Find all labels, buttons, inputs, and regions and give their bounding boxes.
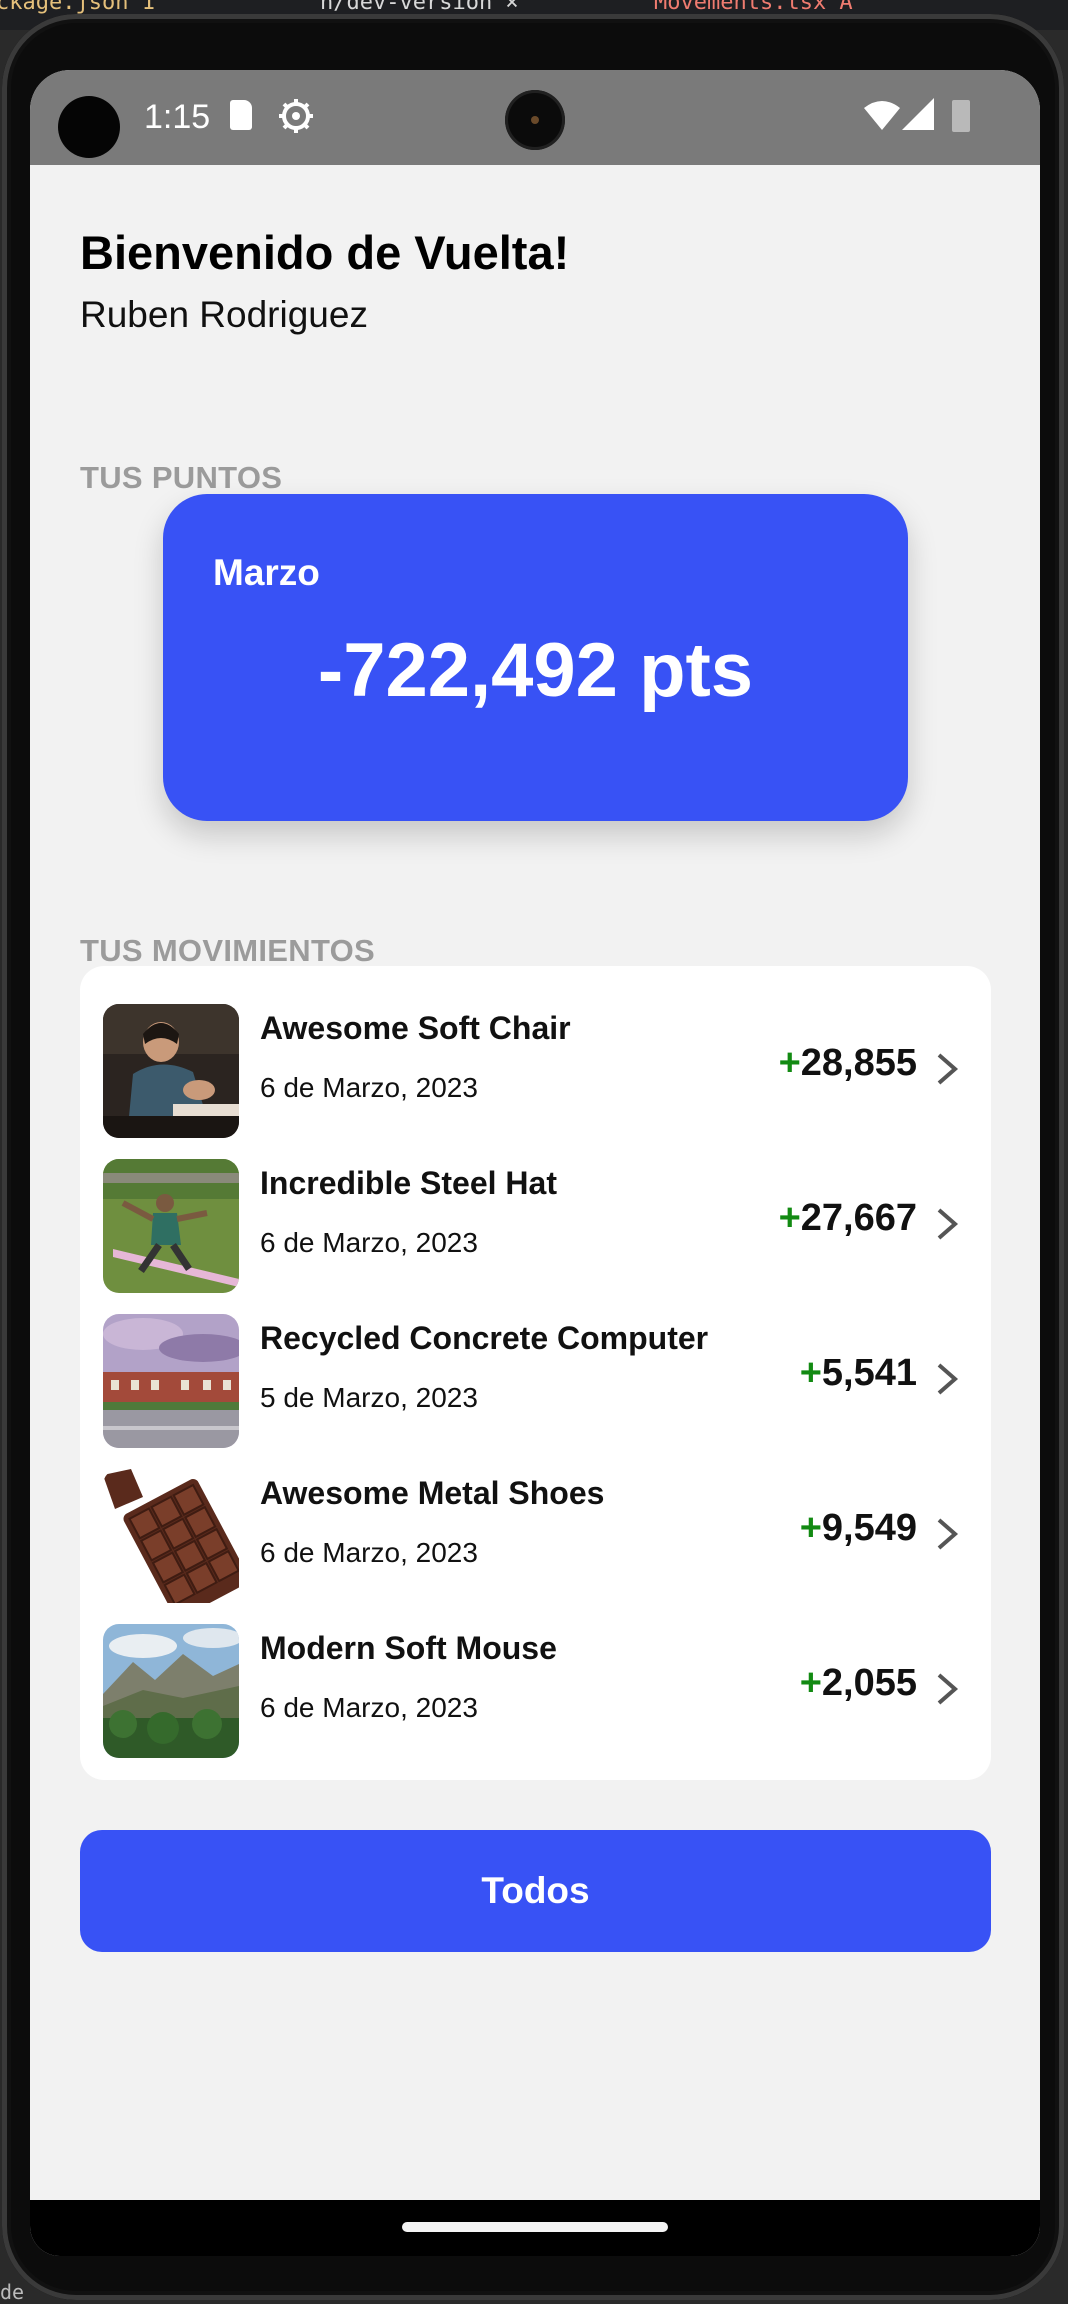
- movement-points: +9,549: [800, 1507, 917, 1550]
- settings-gear-icon: [279, 99, 313, 133]
- town-street-photo: [103, 1314, 239, 1448]
- movement-name: Awesome Metal Shoes: [260, 1475, 605, 1511]
- movements-list: Awesome Soft Chair 6 de Marzo, 2023 +28,…: [80, 966, 991, 1780]
- navigation-bar: [30, 2200, 1040, 2256]
- movement-row[interactable]: Modern Soft Mouse 6 de Marzo, 2023 +2,05…: [80, 1610, 991, 1758]
- wifi-icon: [864, 101, 900, 130]
- user-name: Ruben Rodriguez: [80, 294, 368, 335]
- points-summary-card: Marzo -722,492 pts: [163, 494, 908, 821]
- home-indicator[interactable]: [402, 2222, 668, 2232]
- movement-date: 6 de Marzo, 2023: [260, 1692, 478, 1723]
- movement-points: +5,541: [800, 1352, 917, 1395]
- movement-row[interactable]: Awesome Metal Shoes 6 de Marzo, 2023 +9,…: [80, 1455, 991, 1603]
- status-time: 1:15: [144, 98, 211, 136]
- desktop-text-fragment: n/dev-version ×: [320, 0, 519, 15]
- movement-date: 6 de Marzo, 2023: [260, 1537, 478, 1568]
- movement-row[interactable]: Recycled Concrete Computer 5 de Marzo, 2…: [80, 1300, 991, 1448]
- points-value: 5,541: [821, 1352, 917, 1394]
- app-screen: 1:15 Bienvenido de Vuelta! Ruben Rodrigu…: [30, 70, 1040, 2256]
- battery-icon: [952, 100, 970, 132]
- movements-section-label: TUS MOVIMIENTOS: [80, 933, 376, 968]
- desktop-text-fragment: Movements.tsx A: [654, 0, 853, 15]
- movement-points: +27,667: [779, 1197, 917, 1240]
- phone-frame: 1:15 Bienvenido de Vuelta! Ruben Rodrigu…: [2, 14, 1064, 2300]
- cell-signal-icon: [902, 98, 934, 130]
- chevron-right-icon: [937, 1673, 959, 1705]
- desktop-text-fragment: ckage.json 1: [0, 0, 155, 15]
- points-value: 2,055: [821, 1662, 917, 1704]
- chevron-right-icon: [937, 1208, 959, 1240]
- points-value: 9,549: [821, 1507, 917, 1549]
- points-section-label: TUS PUNTOS: [80, 460, 283, 495]
- movement-name: Recycled Concrete Computer: [260, 1320, 709, 1356]
- movement-name: Awesome Soft Chair: [260, 1010, 571, 1046]
- chocolate-bar-photo: [103, 1469, 239, 1603]
- mountain-forest-photo: [103, 1624, 239, 1758]
- points-sign: +: [799, 1507, 822, 1549]
- points-sign: +: [799, 1662, 822, 1704]
- movement-name: Incredible Steel Hat: [260, 1165, 557, 1201]
- notification-dot: [58, 96, 120, 158]
- movement-date: 6 de Marzo, 2023: [260, 1072, 478, 1103]
- points-value: 27,667: [800, 1197, 917, 1239]
- points-value: 28,855: [800, 1042, 917, 1084]
- movement-name: Modern Soft Mouse: [260, 1630, 557, 1666]
- points-sign: +: [778, 1042, 801, 1084]
- person-working-photo: [103, 1004, 239, 1138]
- chevron-right-icon: [937, 1363, 959, 1395]
- chevron-right-icon: [937, 1053, 959, 1085]
- movement-date: 6 de Marzo, 2023: [260, 1227, 478, 1258]
- points-sign: +: [799, 1352, 822, 1394]
- movement-points: +2,055: [800, 1662, 917, 1705]
- view-all-button[interactable]: Todos: [80, 1830, 991, 1952]
- movement-date: 5 de Marzo, 2023: [260, 1382, 478, 1413]
- sd-card-icon: [230, 100, 252, 130]
- park-slackline-photo: [103, 1159, 239, 1293]
- points-sign: +: [778, 1197, 801, 1239]
- status-bar: 1:15: [30, 70, 1040, 165]
- points-month: Marzo: [213, 552, 320, 593]
- points-total: -722,492 pts: [317, 628, 754, 713]
- front-camera: [505, 90, 565, 150]
- movement-row[interactable]: Awesome Soft Chair 6 de Marzo, 2023 +28,…: [80, 990, 991, 1138]
- chevron-right-icon: [937, 1518, 959, 1550]
- welcome-title: Bienvenido de Vuelta!: [80, 226, 570, 279]
- movement-row[interactable]: Incredible Steel Hat 6 de Marzo, 2023 +2…: [80, 1145, 991, 1293]
- movement-points: +28,855: [779, 1042, 917, 1085]
